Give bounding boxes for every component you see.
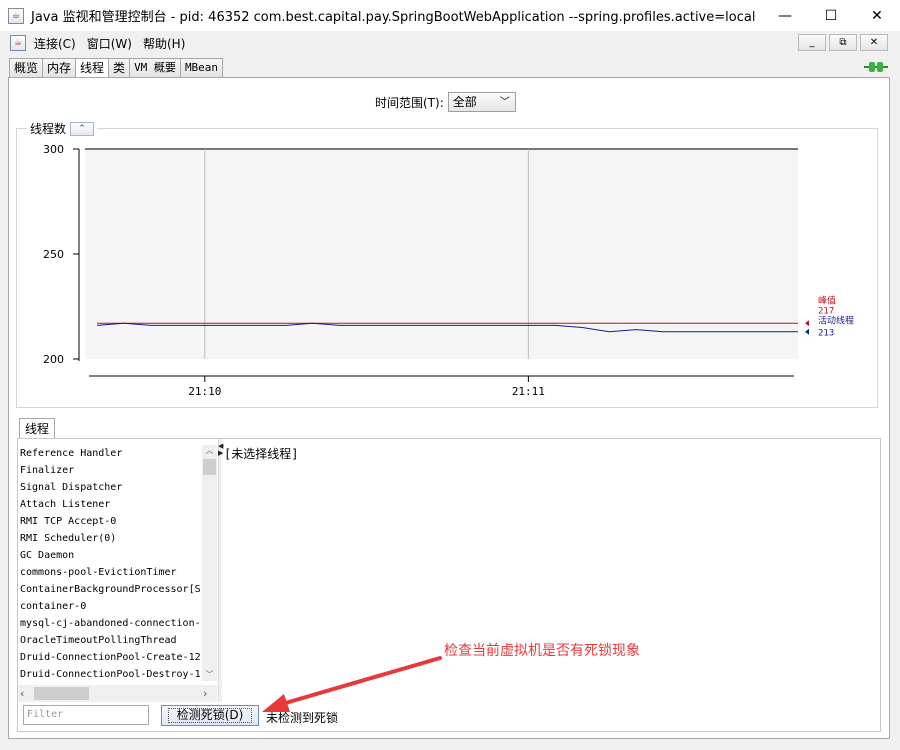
menu-window[interactable]: 窗口(W)	[87, 35, 132, 52]
close-button[interactable]: ✕	[854, 0, 900, 31]
minimize-button[interactable]: —	[762, 0, 808, 31]
x-tick-label: 21:11	[512, 385, 545, 398]
legend-peak-name: 峰值	[818, 294, 836, 306]
menu-help[interactable]: 帮助(H)	[143, 35, 185, 52]
thread-list-item[interactable]: mysql-cj-abandoned-connection-	[18, 615, 224, 632]
thread-list-item[interactable]: RMI Scheduler(0)	[18, 530, 224, 547]
time-range-value: 全部	[452, 95, 477, 109]
thread-list-item[interactable]: Druid-ConnectionPool-Create-12	[18, 649, 224, 666]
connection-status-icon	[864, 62, 888, 72]
maximize-button[interactable]: ☐	[808, 0, 854, 31]
scroll-down-icon[interactable]: ﹀	[202, 669, 217, 681]
detect-deadlock-button[interactable]: 检测死锁(D)	[161, 705, 259, 726]
y-tick-label: 200	[43, 353, 64, 366]
horizontal-scroll-thumb[interactable]	[34, 687, 89, 700]
thread-list-item[interactable]: Druid-ConnectionPool-Destroy-1	[18, 666, 224, 683]
legend-active-value: 213	[818, 329, 834, 339]
tab-classes[interactable]: 类	[108, 58, 131, 77]
menu-bar: ☕ 连接(C) 窗口(W) 帮助(H) _ ⧉ ✕	[0, 31, 900, 55]
x-tick-label: 21:10	[188, 385, 221, 398]
legend-peak-value: 217	[818, 306, 834, 316]
active-marker-icon	[805, 328, 809, 335]
thread-list-item[interactable]: Finalizer	[18, 462, 224, 479]
thread-list-item[interactable]: commons-pool-EvictionTimer	[18, 564, 224, 581]
deadlock-status-text: 未检测到死锁	[266, 711, 339, 725]
annotation-text: 检查当前虚拟机是否有死锁现象	[444, 643, 640, 659]
java-app-icon[interactable]: ☕	[8, 7, 24, 24]
scroll-up-icon[interactable]: ︿	[202, 445, 217, 457]
thread-list-vertical-scrollbar[interactable]: ︿ ﹀	[202, 445, 217, 681]
thread-list-item[interactable]: RMI TCP Accept-0	[18, 513, 224, 530]
thread-count-chart: 200 250 300 21:10 21:11 峰值217活动线程 213	[43, 143, 854, 398]
inner-close-button[interactable]: ✕	[860, 34, 888, 51]
scroll-left-icon[interactable]: ‹	[20, 687, 32, 700]
tab-mbeans[interactable]: MBean	[179, 58, 224, 77]
thread-list[interactable]: Reference Handler Finalizer Signal Dispatc…	[18, 439, 224, 685]
detect-deadlock-label: 检测死锁(D)	[168, 708, 252, 723]
thread-list-item[interactable]: ContainerBackgroundProcessor[S	[18, 581, 224, 598]
y-tick-label: 300	[43, 143, 64, 156]
window-title: Java 监视和管理控制台 - pid: 46352 com.best.capi…	[31, 10, 756, 25]
y-tick-label: 250	[43, 248, 64, 261]
threads-subtab[interactable]: 线程	[19, 418, 56, 439]
threads-list-panel: Reference Handler Finalizer Signal Dispatc…	[17, 438, 881, 732]
vertical-scroll-thumb[interactable]	[203, 459, 216, 475]
thread-count-chart-group: 线程数 ⌃ 200 250 300 21:10 21:11 峰值 217 活动线程 213	[16, 120, 878, 408]
thread-list-item[interactable]: Attach Listener	[18, 496, 224, 513]
inner-restore-button[interactable]: ⧉	[829, 34, 857, 51]
thread-list-item[interactable]: Reference Handler	[18, 445, 224, 462]
time-range: 时间范围(T): 全部 ﹀	[375, 92, 516, 112]
thread-detail-text: [未选择线程]	[224, 447, 299, 461]
time-range-label: 时间范围(T):	[375, 95, 444, 110]
legend-active-name: 活动线程	[818, 314, 854, 326]
thread-list-item[interactable]: container-0	[18, 598, 224, 615]
title-bar: ☕ Java 监视和管理控制台 - pid: 46352 com.best.ca…	[0, 0, 900, 31]
chevron-down-icon: ﹀	[499, 97, 510, 108]
thread-list-item[interactable]: OracleTimeoutPollingThread	[18, 632, 224, 649]
java-menu-icon[interactable]: ☕	[10, 35, 26, 51]
inner-minimize-button[interactable]: _	[798, 34, 826, 51]
thread-filter-input[interactable]: Filter	[23, 705, 149, 725]
menu-connect[interactable]: 连接(C)	[34, 35, 76, 52]
plot-area	[85, 149, 798, 359]
split-pane-divider[interactable]	[218, 439, 222, 702]
split-collapse-arrows-icon[interactable]: ◀ ▶	[218, 443, 223, 457]
tab-bar: 概览 内存 线程 类 VM 概要 MBean	[9, 58, 224, 78]
tab-vm-summary[interactable]: VM 概要	[129, 58, 181, 77]
peak-marker-icon	[805, 320, 809, 327]
scroll-right-icon[interactable]: ›	[203, 687, 215, 700]
tab-threads[interactable]: 线程	[75, 58, 110, 78]
thread-list-item[interactable]: GC Daemon	[18, 547, 224, 564]
time-range-select[interactable]: 全部 ﹀	[447, 92, 516, 112]
thread-list-horizontal-scrollbar[interactable]: ‹ ›	[18, 685, 217, 702]
tab-memory[interactable]: 内存	[42, 58, 77, 77]
tab-overview[interactable]: 概览	[9, 58, 44, 77]
thread-list-item[interactable]: Signal Dispatcher	[18, 479, 224, 496]
